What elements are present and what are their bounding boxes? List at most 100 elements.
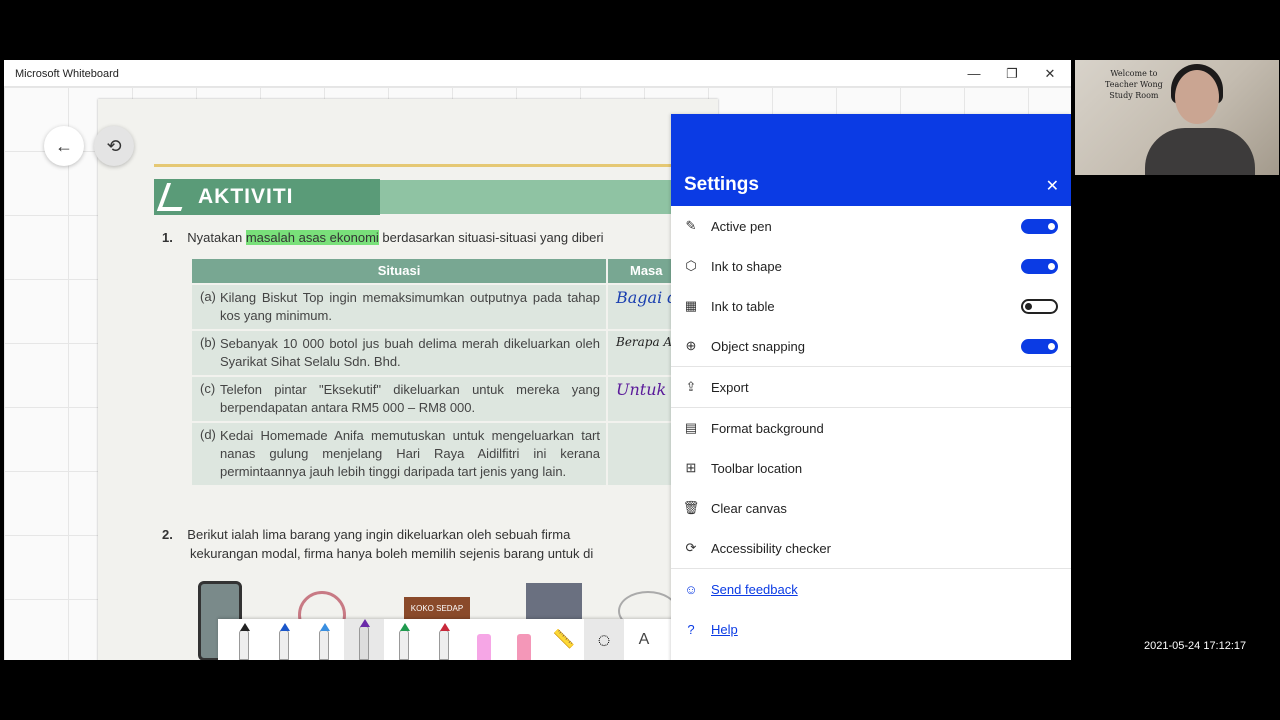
accessibility-icon: ⟳ xyxy=(685,540,697,555)
toolbar-location-label: Toolbar location xyxy=(711,460,803,476)
pen-lightblue-tool[interactable] xyxy=(304,619,344,660)
setting-active-pen[interactable]: ✎ Active pen xyxy=(671,206,1071,246)
pen-red-tool[interactable] xyxy=(424,619,464,660)
setting-label: Ink to table xyxy=(711,298,775,314)
clear-canvas-label: Clear canvas xyxy=(711,500,787,516)
setting-label: Object snapping xyxy=(711,338,805,354)
webcam-sign: Welcome to Teacher Wong Study Room xyxy=(1105,68,1163,101)
clear-canvas-item[interactable]: 🗑 Clear canvas xyxy=(671,488,1071,528)
lasso-icon: ◌ xyxy=(597,626,611,652)
object-snapping-toggle[interactable] xyxy=(1021,339,1058,354)
webcam-sign-line: Study Room xyxy=(1109,91,1159,100)
accessibility-checker-item[interactable]: ⟳ Accessibility checker xyxy=(671,528,1071,568)
header-situasi: Situasi xyxy=(377,263,421,278)
row-label: (a) xyxy=(200,289,216,304)
recording-timestamp: 2021-05-24 17:12:17 xyxy=(1144,640,1247,652)
back-button[interactable]: ← xyxy=(44,126,84,166)
pen-purple-tool[interactable] xyxy=(344,619,384,660)
close-settings-icon[interactable]: ✕ xyxy=(1046,176,1059,196)
row-text: Telefon pintar "Eksekutif" dikeluarkan u… xyxy=(220,382,600,415)
question-2-line1: Berikut ialah lima barang yang ingin dik… xyxy=(187,527,571,542)
question-1-text-before: Nyatakan xyxy=(187,230,246,245)
text-tool[interactable]: A xyxy=(624,619,664,660)
setting-label: Active pen xyxy=(711,218,772,234)
background-icon: ▤ xyxy=(684,420,698,435)
row-label: (c) xyxy=(200,381,216,396)
send-feedback-link[interactable]: Send feedback xyxy=(711,582,1071,597)
product-box-image: KOKO SEDAP xyxy=(404,597,470,621)
text-icon: A xyxy=(638,630,650,648)
row-label: (d) xyxy=(200,427,216,442)
row-text: Kilang Biskut Top ingin memaksimumkan ou… xyxy=(220,290,600,323)
table-row: (a) Kilang Biskut Top ingin memaksimumka… xyxy=(192,283,718,329)
setting-object-snapping[interactable]: ⊕ Object snapping xyxy=(671,326,1071,366)
setting-label: Ink to shape xyxy=(711,258,782,274)
toolbar-location-icon: ⊞ xyxy=(685,460,697,475)
close-button[interactable]: ✕ xyxy=(1033,64,1067,84)
table-row: (d) Kedai Homemade Anifa memutuskan untu… xyxy=(192,421,718,485)
question-1: 1. Nyatakan masalah asas ekonomi berdasa… xyxy=(162,230,604,245)
snapping-icon: ⊕ xyxy=(685,338,697,353)
export-icon: ⇪ xyxy=(685,379,697,394)
pen-toolbar: 📏 ◌ A xyxy=(218,619,674,660)
arrow-left-icon: ← xyxy=(55,135,73,156)
textbook-page-image[interactable]: AKTIVITI 1. Nyatakan masalah asas ekonom… xyxy=(98,99,718,660)
lasso-tool[interactable]: ◌ xyxy=(584,619,624,660)
help-item[interactable]: ? Help xyxy=(671,609,1071,649)
ruler-icon: 📏 xyxy=(552,629,576,649)
ink-to-table-toggle[interactable] xyxy=(1021,299,1058,314)
row-text: Sebanyak 10 000 botol jus buah delima me… xyxy=(220,336,600,369)
whiteboard-window: Microsoft Whiteboard — ❐ ✕ AKTIVITI 1. N… xyxy=(4,60,1071,660)
question-1-highlight: masalah asas ekonomi xyxy=(245,230,379,245)
highlighter-rose-tool[interactable] xyxy=(504,619,544,660)
row-label: (b) xyxy=(200,335,216,350)
highlighter-pink-tool[interactable] xyxy=(464,619,504,660)
ink-to-shape-toggle[interactable] xyxy=(1021,259,1058,274)
ruler-tool[interactable]: 📏 xyxy=(544,619,584,660)
export-label: Export xyxy=(711,379,749,395)
highlighter-icon xyxy=(477,634,491,660)
settings-title: Settings xyxy=(684,174,759,195)
help-icon: ? xyxy=(687,621,695,637)
question-1-text-after: berdasarkan situasi-situasi yang diberi xyxy=(378,230,604,245)
question-1-number: 1. xyxy=(162,230,173,245)
accessibility-checker-label: Accessibility checker xyxy=(711,540,831,556)
format-background-item[interactable]: ▤ Format background xyxy=(671,408,1071,448)
send-feedback-item[interactable]: ☺ Send feedback xyxy=(671,569,1071,609)
table-row: (b) Sebanyak 10 000 botol jus buah delim… xyxy=(192,329,718,375)
settings-header: Settings ✕ xyxy=(671,114,1071,206)
title-bar: Microsoft Whiteboard — ❐ ✕ xyxy=(4,60,1071,87)
pen-tip-icon xyxy=(280,623,290,631)
format-background-label: Format background xyxy=(711,420,824,436)
table-header: Situasi Masa xyxy=(192,259,718,283)
trash-icon: 🗑 xyxy=(682,500,700,515)
pen-black-tool[interactable] xyxy=(224,619,264,660)
toolbar-location-item[interactable]: ⊞ Toolbar location xyxy=(671,448,1071,488)
table-icon: ▦ xyxy=(684,298,698,313)
situasi-table: Situasi Masa (a) Kilang Biskut Top ingin… xyxy=(192,259,718,485)
shape-icon: ⬡ xyxy=(685,258,697,273)
setting-ink-to-table[interactable]: ▦ Ink to table xyxy=(671,286,1071,326)
pen-blue-tool[interactable] xyxy=(264,619,304,660)
active-pen-toggle[interactable] xyxy=(1021,219,1058,234)
page-top-rule xyxy=(154,164,718,167)
row-text: Kedai Homemade Anifa memutuskan untuk me… xyxy=(220,428,600,479)
feedback-icon: ☺ xyxy=(684,581,698,597)
webcam-sign-line: Welcome to xyxy=(1110,69,1158,78)
minimize-button[interactable]: — xyxy=(957,64,991,84)
pen-tip-icon xyxy=(440,623,450,631)
help-link[interactable]: Help xyxy=(711,622,1071,637)
pen-icon: ✎ xyxy=(685,218,697,233)
export-item[interactable]: ⇪ Export xyxy=(671,367,1071,407)
undo-history-button[interactable]: ⟲ xyxy=(94,126,134,166)
whiteboard-canvas[interactable]: AKTIVITI 1. Nyatakan masalah asas ekonom… xyxy=(4,87,1071,660)
highlighter-icon xyxy=(517,634,531,660)
pen-tip-icon xyxy=(360,619,370,627)
setting-ink-to-shape[interactable]: ⬡ Ink to shape xyxy=(671,246,1071,286)
restore-button[interactable]: ❐ xyxy=(995,64,1029,84)
pen-green-tool[interactable] xyxy=(384,619,424,660)
question-2-number: 2. xyxy=(162,527,173,542)
presenter-face xyxy=(1175,70,1219,124)
presenter-body xyxy=(1145,128,1255,175)
settings-panel: Settings ✕ ✎ Active pen ⬡ Ink to shape ▦… xyxy=(671,114,1071,660)
